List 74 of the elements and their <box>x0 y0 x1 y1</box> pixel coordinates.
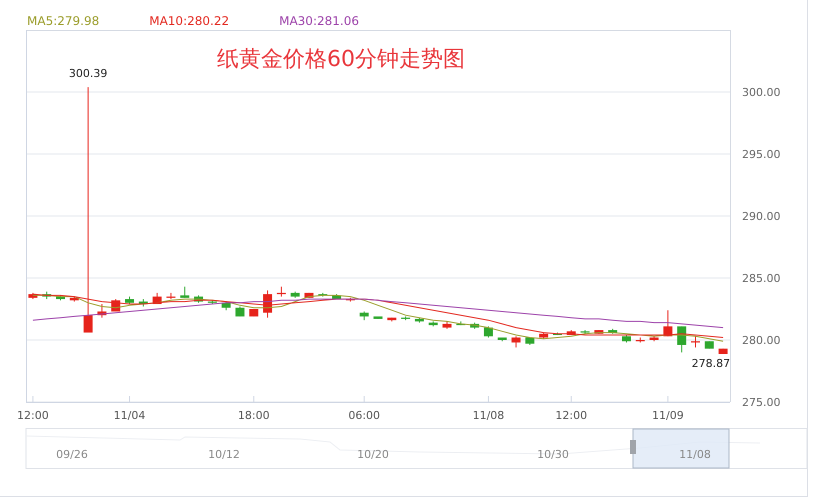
candlestick <box>428 320 438 327</box>
candlestick <box>194 294 204 304</box>
axis-label: 275.00 <box>742 396 780 409</box>
candlestick <box>387 317 396 322</box>
navigator-date-label: 10/20 <box>357 448 389 461</box>
candlestick <box>208 300 217 305</box>
candlestick <box>276 286 286 298</box>
axis-label: 290.00 <box>742 210 780 223</box>
axis-label: 06:00 <box>348 409 380 422</box>
candlestick <box>594 330 604 334</box>
candlestick <box>235 306 244 317</box>
candlestick <box>663 310 672 337</box>
candlestick <box>374 316 382 320</box>
candlestick <box>263 290 272 318</box>
candlestick <box>704 340 714 350</box>
candlestick <box>718 348 728 354</box>
axis-label: 280.00 <box>742 334 780 347</box>
axis-label: 300.00 <box>742 86 780 99</box>
price-annotation: 278.87 <box>692 357 730 370</box>
navigator-date-label: 11/08 <box>679 448 711 461</box>
candlestick <box>138 298 148 308</box>
candlestick <box>332 294 342 300</box>
candlestick <box>512 336 521 348</box>
moving-average-legend: MA30:281.06 <box>279 14 359 28</box>
axis-label: 11/09 <box>652 409 684 422</box>
navigator-date-label: 10/30 <box>537 448 569 461</box>
candlestick <box>484 326 493 338</box>
range-handle[interactable] <box>630 440 636 454</box>
candlestick <box>28 292 38 300</box>
axis-label: 18:00 <box>238 409 270 422</box>
axis-label: 285.00 <box>742 272 780 285</box>
candlestick <box>691 336 700 348</box>
price-annotation: 300.39 <box>68 67 108 80</box>
candlestick <box>346 297 355 302</box>
candlestick <box>290 291 300 298</box>
candlestick <box>470 322 480 330</box>
candlestick <box>318 292 328 298</box>
candlestick <box>580 330 590 334</box>
candlestick <box>249 308 258 317</box>
moving-average-legend: MA10:280.22 <box>149 14 230 28</box>
candlestick <box>42 291 52 300</box>
candlestick <box>442 320 452 330</box>
axis-label: 12:00 <box>17 409 49 422</box>
candlestick <box>180 286 190 298</box>
candlestick <box>166 292 176 300</box>
candlestick <box>222 301 231 311</box>
candlestick <box>401 316 410 321</box>
candlestick <box>566 330 576 336</box>
axis-label: 12:00 <box>555 409 588 422</box>
navigator-date-label: 10/12 <box>208 448 240 461</box>
axis-label: 11/04 <box>114 409 146 422</box>
moving-average-legend: MA5:279.98 <box>27 14 100 28</box>
axis-label: 295.00 <box>742 148 780 161</box>
candlestick <box>152 292 162 305</box>
candlestick <box>498 337 507 342</box>
candlestick <box>552 332 562 336</box>
candlestick <box>456 320 466 326</box>
candlestick <box>677 326 686 353</box>
candlestick <box>650 336 659 342</box>
range-selection[interactable] <box>632 428 730 468</box>
candlestick <box>608 328 618 334</box>
candlestick <box>539 332 548 340</box>
navigator-date-label: 09/26 <box>56 448 88 461</box>
candlestick <box>622 334 631 343</box>
candlestick <box>125 296 134 305</box>
candlestick <box>97 304 106 318</box>
chart-title: 纸黄金价格60分钟走势图 <box>217 47 465 72</box>
candlestick <box>360 310 369 321</box>
candlestick <box>304 292 314 298</box>
candlestick <box>70 296 79 302</box>
candlestick <box>56 294 65 301</box>
candlestick <box>414 317 424 324</box>
candlestick <box>636 337 645 343</box>
axis-label: 11/08 <box>472 409 504 422</box>
